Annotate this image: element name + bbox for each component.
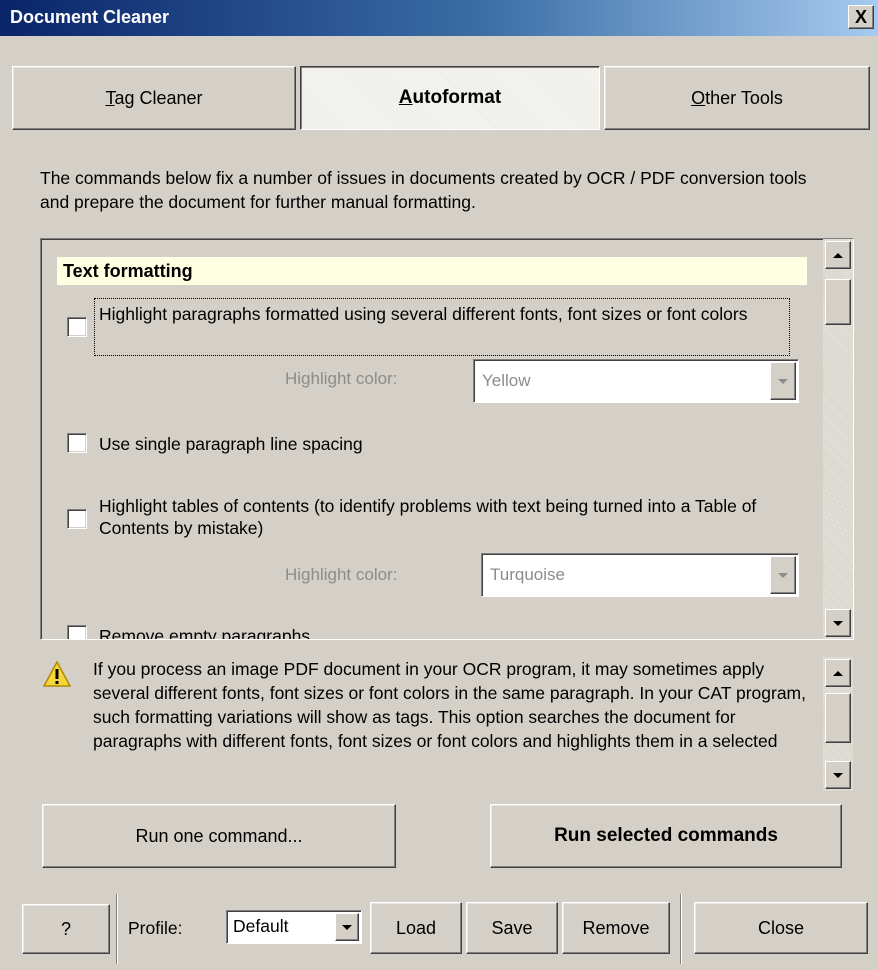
scroll-down-button[interactable] — [825, 609, 851, 637]
scroll-thumb[interactable] — [825, 693, 851, 743]
arrow-up-icon — [833, 670, 843, 676]
profile-select[interactable]: Default — [226, 910, 362, 944]
scroll-down-button[interactable] — [825, 761, 851, 789]
tab-label: Autoformat — [398, 87, 502, 108]
button-label: Remove — [582, 917, 650, 938]
button-label: Run selected commands — [554, 825, 778, 846]
scroll-thumb[interactable] — [825, 279, 851, 325]
warning-icon — [43, 661, 71, 687]
tab-label: Tag Cleaner — [105, 87, 203, 108]
scroll-up-button[interactable] — [825, 659, 851, 687]
arrow-up-icon — [833, 252, 843, 258]
select-value: Default — [233, 916, 289, 936]
close-icon: X — [854, 7, 867, 27]
chevron-down-icon — [342, 924, 352, 930]
save-profile-button[interactable]: Save — [466, 902, 558, 954]
checkbox-single-line-spacing[interactable] — [67, 433, 87, 453]
label-remove-empty-paragraphs[interactable]: Remove empty paragraphs — [99, 625, 310, 639]
section-header-text-formatting: Text formatting — [57, 257, 807, 285]
info-panel: If you process an image PDF document in … — [40, 656, 854, 796]
highlight-color-label: Highlight color: — [285, 369, 398, 388]
window-title: Document Cleaner — [10, 7, 170, 27]
close-button[interactable]: Close — [694, 902, 868, 954]
close-window-button[interactable]: X — [848, 5, 874, 29]
tab-tag-cleaner[interactable]: Tag Cleaner — [12, 66, 296, 130]
select-value: Turquoise — [490, 565, 565, 584]
commands-scrollbar[interactable] — [823, 239, 853, 639]
highlight-color-select-1[interactable]: Yellow — [473, 359, 799, 403]
load-profile-button[interactable]: Load — [370, 902, 462, 954]
help-button[interactable]: ? — [22, 904, 110, 954]
highlight-color-label: Highlight color: — [285, 565, 398, 584]
button-label: Run one command... — [135, 825, 303, 846]
checkbox-highlight-toc[interactable] — [67, 509, 87, 529]
button-label: Save — [491, 917, 533, 938]
separator — [680, 894, 682, 964]
arrow-down-icon — [833, 772, 843, 778]
dropdown-button[interactable] — [770, 362, 796, 400]
checkbox-remove-empty-paragraphs[interactable] — [67, 625, 87, 639]
scroll-up-button[interactable] — [825, 241, 851, 269]
highlight-color-select-2[interactable]: Turquoise — [481, 553, 799, 597]
tab-other-tools[interactable]: Other Tools — [604, 66, 870, 130]
label-highlight-toc[interactable]: Highlight tables of contents (to identif… — [99, 495, 789, 539]
run-one-command-button[interactable]: Run one command... — [42, 804, 396, 868]
button-label: Load — [395, 917, 437, 938]
arrow-down-icon — [833, 620, 843, 626]
separator — [116, 894, 118, 964]
dropdown-button[interactable] — [770, 556, 796, 594]
profile-label: Profile: — [128, 918, 183, 938]
chevron-down-icon — [778, 572, 788, 578]
intro-description: The commands below fix a number of issue… — [40, 168, 807, 212]
info-scrollbar[interactable] — [823, 657, 853, 791]
remove-profile-button[interactable]: Remove — [562, 902, 670, 954]
button-label: ? — [60, 918, 71, 939]
title-bar: Document Cleaner X — [0, 0, 878, 36]
run-selected-commands-button[interactable]: Run selected commands — [490, 804, 842, 868]
dropdown-button[interactable] — [335, 913, 359, 941]
info-text: If you process an image PDF document in … — [93, 659, 806, 751]
checkbox-highlight-mixed-fonts[interactable] — [67, 317, 87, 337]
tab-autoformat[interactable]: Autoformat — [300, 66, 600, 130]
chevron-down-icon — [778, 378, 788, 384]
label-single-line-spacing[interactable]: Use single paragraph line spacing — [99, 433, 363, 455]
select-value: Yellow — [482, 371, 531, 390]
label-highlight-mixed-fonts[interactable]: Highlight paragraphs formatted using sev… — [94, 298, 790, 356]
button-label: Close — [757, 917, 805, 938]
tab-label: Other Tools — [691, 87, 783, 108]
commands-list: Text formatting Highlight paragraphs for… — [40, 238, 854, 640]
